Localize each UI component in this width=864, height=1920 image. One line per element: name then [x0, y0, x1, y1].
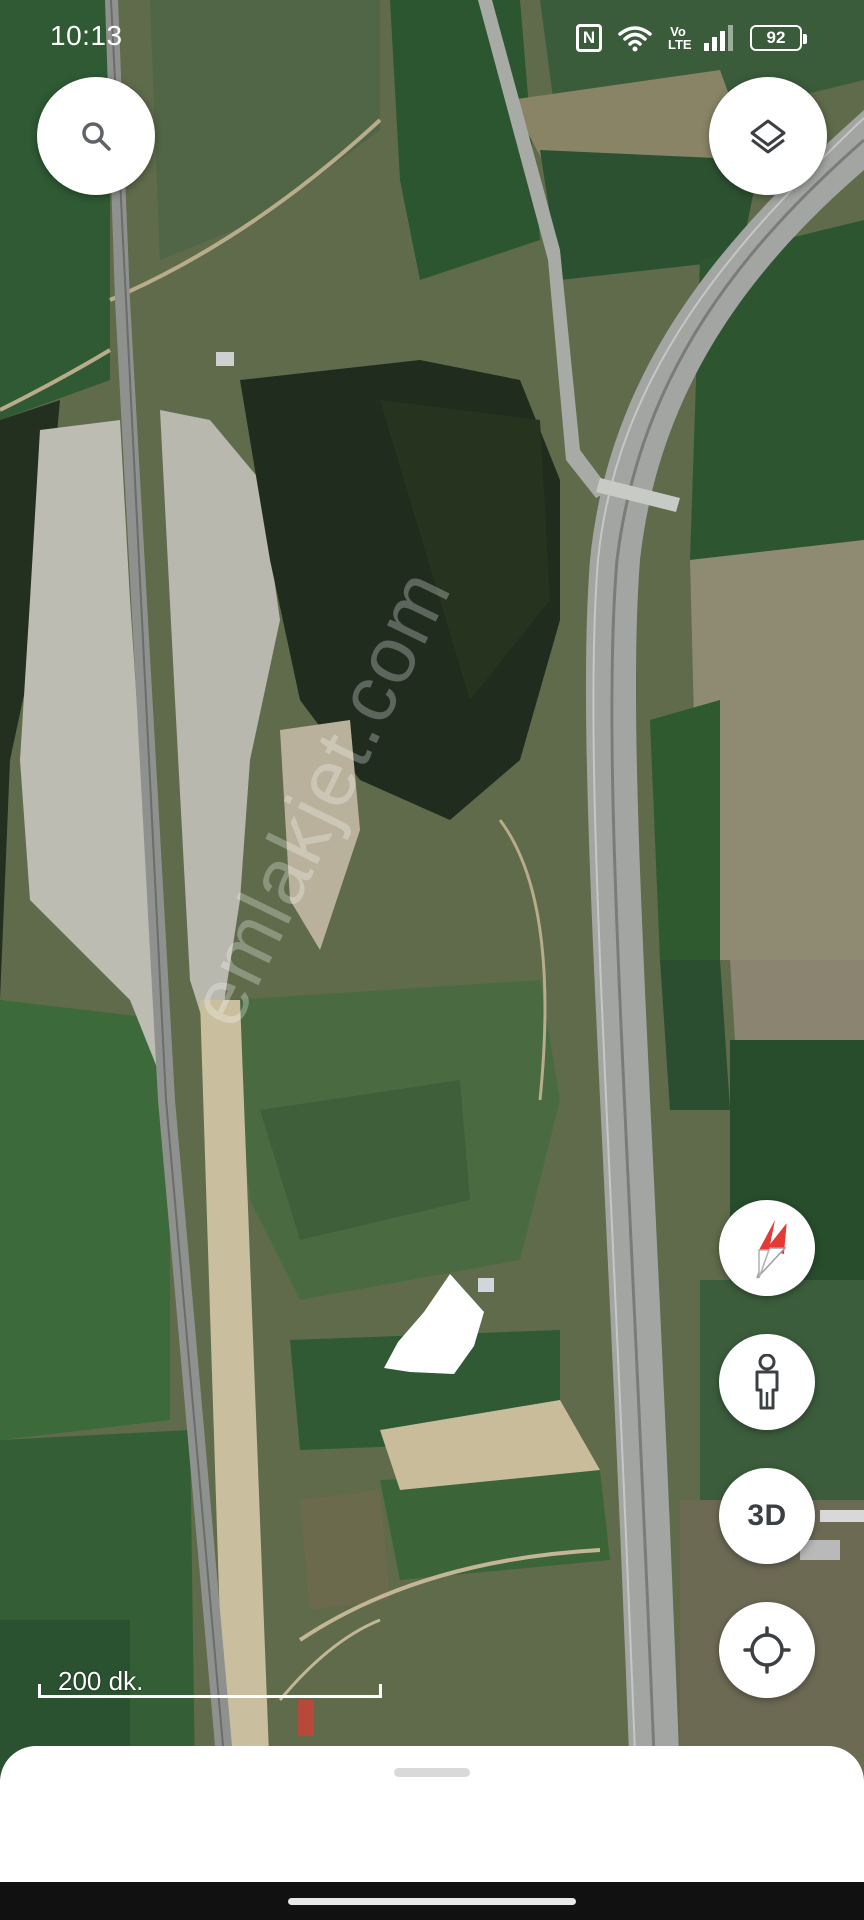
- street-view-button[interactable]: [719, 1334, 815, 1430]
- wifi-icon: [618, 26, 652, 52]
- my-location-button[interactable]: [719, 1602, 815, 1698]
- signal-icon: [704, 25, 733, 51]
- crosshair-icon: [743, 1626, 791, 1674]
- bottom-sheet[interactable]: [0, 1746, 864, 1882]
- nfc-icon: N: [576, 24, 602, 52]
- status-bar: 10:13 N Vo LTE 92: [0, 0, 864, 76]
- search-icon: [82, 122, 111, 151]
- 3d-view-button[interactable]: 3D: [719, 1468, 815, 1564]
- battery-icon: 92: [750, 25, 807, 51]
- search-button[interactable]: [37, 77, 155, 195]
- scale-line: [38, 1684, 382, 1698]
- compass-icon: [756, 1220, 787, 1279]
- system-nav-bar: [0, 1882, 864, 1920]
- layers-icon: [750, 119, 786, 154]
- volte-icon: Vo LTE: [668, 24, 692, 52]
- status-icons: N Vo LTE 92: [576, 20, 807, 56]
- battery-level: 92: [766, 28, 786, 47]
- layers-button[interactable]: [709, 77, 827, 195]
- sheet-drag-handle[interactable]: [394, 1768, 470, 1777]
- scale-bar: 200 dk.: [38, 1666, 382, 1698]
- pegman-icon: [755, 1354, 779, 1410]
- home-gesture-pill[interactable]: [288, 1898, 576, 1905]
- status-time: 10:13: [50, 20, 123, 51]
- compass-button[interactable]: [719, 1200, 815, 1296]
